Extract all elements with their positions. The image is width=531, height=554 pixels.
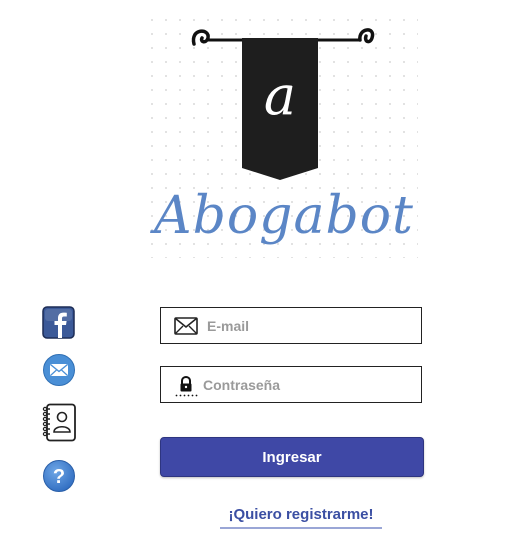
lock-icon xyxy=(174,367,198,402)
register-link[interactable]: ¡Quiero registrarme! xyxy=(220,506,382,529)
brand-name: Abogabot xyxy=(154,186,414,246)
login-button[interactable]: Ingresar xyxy=(160,437,424,477)
mail-icon[interactable] xyxy=(42,353,76,387)
password-field[interactable] xyxy=(160,366,422,403)
help-icon[interactable]: ? xyxy=(42,459,76,493)
facebook-icon[interactable] xyxy=(42,306,76,340)
app-logo: a Abogabot xyxy=(150,18,418,263)
email-field[interactable] xyxy=(160,307,422,344)
contacts-book-icon[interactable] xyxy=(42,403,76,443)
help-glyph: ? xyxy=(53,466,65,488)
password-input[interactable] xyxy=(203,367,413,402)
email-input[interactable] xyxy=(207,308,412,343)
envelope-icon xyxy=(174,308,198,343)
banner-monogram: a xyxy=(263,64,297,127)
